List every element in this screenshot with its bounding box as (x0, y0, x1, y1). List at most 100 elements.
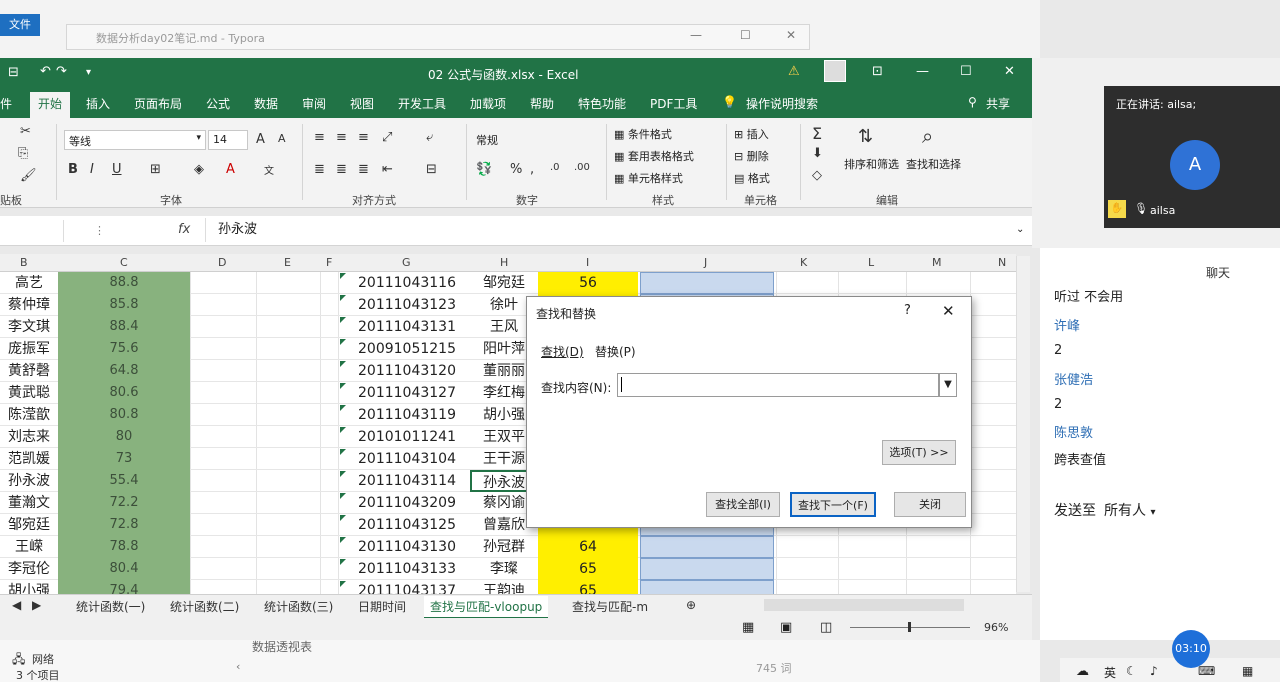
autosave-icon[interactable]: ⊟ (8, 65, 19, 80)
search-icon[interactable]: ⌕ (922, 124, 933, 148)
sheet-tab[interactable]: 统计函数(三) (258, 596, 339, 617)
cell-student-id[interactable]: 20111043130 (340, 536, 470, 558)
tab-file[interactable]: 件 (0, 95, 12, 112)
tab-page-layout[interactable]: 页面布局 (134, 95, 182, 112)
cell-j[interactable] (640, 272, 774, 294)
cell-score[interactable]: 64.8 (58, 360, 190, 382)
minimize-icon[interactable]: — (916, 64, 929, 79)
typora-close-icon[interactable]: ✕ (786, 28, 796, 42)
cell-student-id[interactable]: 20111043131 (340, 316, 470, 338)
cell-name[interactable]: 孙永波 (0, 470, 58, 492)
cell-score[interactable]: 72.8 (58, 514, 190, 536)
decrease-font-icon[interactable]: A (278, 132, 286, 145)
tab-view[interactable]: 视图 (350, 95, 374, 112)
cell-score[interactable]: 88.8 (58, 272, 190, 294)
cell-j[interactable] (640, 558, 774, 580)
formula-input[interactable]: 孙永波 (205, 218, 1020, 242)
cell-student-id[interactable]: 20111043119 (340, 404, 470, 426)
cell-score[interactable]: 88.4 (58, 316, 190, 338)
formula-options-icon[interactable]: ⋮ (94, 224, 105, 237)
input-method-indicator[interactable]: 英 (1104, 664, 1116, 681)
close-icon[interactable]: ✕ (1004, 64, 1015, 79)
sheet-nav-right-icon[interactable]: ▶ (26, 596, 47, 614)
autosum-icon[interactable]: Σ (812, 124, 822, 143)
sheet-tab[interactable]: 统计函数(二) (164, 596, 245, 617)
moon-icon[interactable]: ☾ (1126, 664, 1137, 678)
column-header[interactable]: H (500, 256, 508, 269)
align-right-icon[interactable]: ≣ (358, 162, 369, 177)
cell-name[interactable]: 邹宛廷 (0, 514, 58, 536)
font-color-icon[interactable]: A (226, 162, 235, 177)
column-header[interactable]: D (218, 256, 226, 269)
cell-student-id[interactable]: 20111043133 (340, 558, 470, 580)
cell-styles-button[interactable]: ▦ 单元格样式 (614, 170, 683, 186)
cell-student-id[interactable]: 20111043123 (340, 294, 470, 316)
sort-filter-icon[interactable]: ⇅ (858, 126, 873, 147)
column-header[interactable]: M (932, 256, 942, 269)
cell-score[interactable]: 55.4 (58, 470, 190, 492)
sort-filter-button[interactable]: 排序和筛选 (844, 156, 899, 172)
cell-result[interactable]: 64 (538, 536, 638, 558)
chevron-left-icon[interactable]: ‹ (236, 660, 240, 673)
border-icon[interactable]: ⊞ (150, 162, 161, 177)
column-header[interactable]: C (120, 256, 128, 269)
options-button[interactable]: 选项(T) >> (882, 440, 956, 465)
fill-icon[interactable]: ⬇ (812, 146, 823, 161)
cell-name[interactable]: 高艺 (0, 272, 58, 294)
clear-icon[interactable]: ◇ (812, 168, 822, 183)
cell-score[interactable]: 85.8 (58, 294, 190, 316)
tab-home[interactable]: 开始 (30, 92, 71, 118)
cell-name[interactable]: 董瀚文 (0, 492, 58, 514)
page-layout-view-icon[interactable]: ▣ (780, 620, 792, 635)
cell-result[interactable]: 65 (538, 558, 638, 580)
tab-replace[interactable]: 替换(P) (595, 343, 636, 360)
tab-addins[interactable]: 加载项 (470, 95, 506, 112)
cell-student-id[interactable]: 20111043209 (340, 492, 470, 514)
cell-score[interactable]: 80.8 (58, 404, 190, 426)
tab-formulas[interactable]: 公式 (206, 95, 230, 112)
number-format-select[interactable]: 常规 (474, 130, 594, 150)
keyboard-icon[interactable]: ⌨ (1198, 664, 1215, 678)
cell-name[interactable]: 李文琪 (0, 316, 58, 338)
account-avatar[interactable] (824, 60, 846, 82)
format-painter-icon[interactable]: 🖌 (20, 168, 37, 183)
cell-name[interactable]: 李冠伦 (0, 558, 58, 580)
tab-data[interactable]: 数据 (254, 95, 278, 112)
tab-find[interactable]: 查找(D) (541, 343, 584, 360)
mic-tray-icon[interactable]: ♪ (1150, 664, 1158, 678)
redo-icon[interactable]: ↷ (56, 64, 67, 79)
quick-access-menu-icon[interactable]: ▾ (86, 67, 91, 78)
cell-name[interactable]: 黄舒磬 (0, 360, 58, 382)
sheet-tab-active[interactable]: 查找与匹配-vloopup (424, 596, 549, 619)
wrap-text-icon[interactable]: ⤶ (426, 130, 433, 145)
expand-formula-icon[interactable]: ⌄ (1016, 224, 1024, 235)
column-header[interactable]: E (284, 256, 291, 269)
column-header[interactable]: F (326, 256, 332, 269)
column-header[interactable]: L (868, 256, 874, 269)
tab-help[interactable]: 帮助 (530, 95, 554, 112)
indent-icon[interactable]: ⇤ (382, 162, 393, 177)
cell-j[interactable] (640, 536, 774, 558)
align-middle-icon[interactable]: ≡ (336, 130, 347, 145)
add-sheet-icon[interactable]: ⊕ (680, 596, 702, 614)
tab-pdf-tools[interactable]: PDF工具 (650, 95, 697, 112)
explorer-file-tab[interactable]: 文件 (0, 14, 40, 36)
close-dialog-button[interactable]: 关闭 (894, 492, 966, 517)
decimal-decrease-icon[interactable]: .00 (574, 162, 590, 173)
delete-cells-button[interactable]: ⊟ 删除 (734, 148, 769, 164)
cell-name[interactable]: 范凯媛 (0, 448, 58, 470)
column-header[interactable]: G (402, 256, 411, 269)
align-left-icon[interactable]: ≣ (314, 162, 325, 177)
find-what-input[interactable] (617, 373, 939, 397)
cell-lookup-name[interactable]: 邹宛廷 (470, 272, 538, 294)
table-row[interactable]: 王嵘 78.8 20111043130 孙冠群 64 (0, 536, 1016, 558)
table-row[interactable]: 高艺 88.8 20111043116 邹宛廷 56 (0, 272, 1016, 294)
cell-student-id[interactable]: 20111043104 (340, 448, 470, 470)
copy-icon[interactable]: ⎘ (18, 146, 28, 161)
cell-lookup-name[interactable]: 孙冠群 (470, 536, 538, 558)
cell-name[interactable]: 黄武聪 (0, 382, 58, 404)
cell-student-id[interactable]: 20101011241 (340, 426, 470, 448)
bold-icon[interactable]: B (68, 162, 78, 177)
cell-name[interactable]: 刘志来 (0, 426, 58, 448)
cell-score[interactable]: 80.4 (58, 558, 190, 580)
